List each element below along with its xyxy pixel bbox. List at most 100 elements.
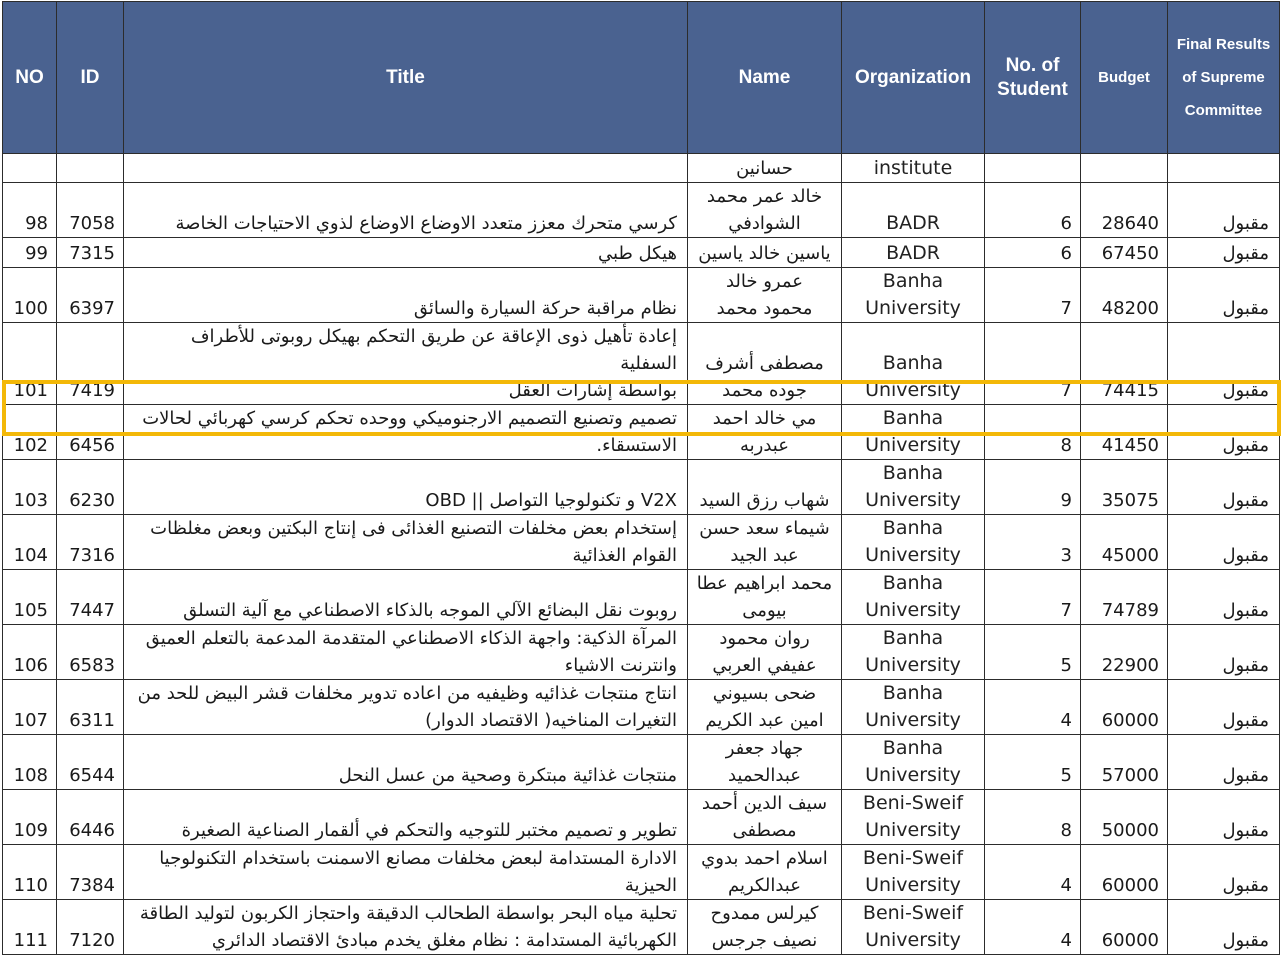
cell-no: 103 bbox=[2, 459, 57, 515]
cell-no: 98 bbox=[2, 182, 57, 238]
cell-id: 6446 bbox=[56, 789, 124, 845]
cell-result: مقبول bbox=[1167, 514, 1280, 570]
cell-organization: Beni-Sweif University bbox=[841, 789, 985, 845]
cell-budget: 50000 bbox=[1080, 789, 1168, 845]
cell-result: مقبول bbox=[1167, 569, 1280, 625]
cell-result: مقبول bbox=[1167, 459, 1280, 515]
cell-title: نظام مراقبة حركة السيارة والسائق bbox=[123, 267, 688, 323]
cell-no: 106 bbox=[2, 624, 57, 680]
cell-organization: Banha University bbox=[841, 404, 985, 460]
cell-title: V2X و تكنولوجيا التواصل || OBD bbox=[123, 459, 688, 515]
cell-budget: 60000 bbox=[1080, 679, 1168, 735]
cell-name: مصطفى أشرف جوده محمد bbox=[687, 322, 842, 405]
table-row: 106 6583 المرآة الذكية: واجهة الذكاء الاصط… bbox=[2, 624, 1280, 680]
cell-budget: 22900 bbox=[1080, 624, 1168, 680]
cell-budget: 74415 bbox=[1080, 322, 1168, 405]
table-row: 100 6397 نظام مراقبة حركة السيارة والسائق ع… bbox=[2, 267, 1280, 323]
cell-result: مقبول bbox=[1167, 844, 1280, 900]
header-no: NO bbox=[2, 1, 57, 154]
cell-students: 4 bbox=[984, 899, 1081, 955]
cell-organization: Banha University bbox=[841, 734, 985, 790]
cell-title: إعادة تأهيل ذوى الإعاقة عن طريق التحكم ب… bbox=[123, 322, 688, 405]
cell-title: تحلية مياه البحر بواسطة الطحالب الدقيقة … bbox=[123, 899, 688, 955]
cell-students: 6 bbox=[984, 182, 1081, 238]
cell-students: 8 bbox=[984, 789, 1081, 845]
cell-name: سيف الدين أحمد مصطفى bbox=[687, 789, 842, 845]
cell-budget: 35075 bbox=[1080, 459, 1168, 515]
cell-no bbox=[2, 153, 57, 183]
cell-budget: 48200 bbox=[1080, 267, 1168, 323]
cell-name: حسانين bbox=[687, 153, 842, 183]
cell-id: 7316 bbox=[56, 514, 124, 570]
cell-students: 8 bbox=[984, 404, 1081, 460]
table-row: 110 7384 الادارة المستدامة لبعض مخلفات مصا… bbox=[2, 844, 1280, 900]
cell-budget: 67450 bbox=[1080, 237, 1168, 268]
table-row: 104 7316 إستخدام بعض مخلفات التصنيع الغذائ… bbox=[2, 514, 1280, 570]
cell-name: عمرو خالد محمود محمد bbox=[687, 267, 842, 323]
cell-budget: 28640 bbox=[1080, 182, 1168, 238]
cell-organization: Banha University bbox=[841, 267, 985, 323]
cell-title: انتاج منتجات غذائيه وظيفيه من اعاده تدوي… bbox=[123, 679, 688, 735]
cell-title: الادارة المستدامة لبعض مخلفات مصانع الاس… bbox=[123, 844, 688, 900]
cell-id: 7419 bbox=[56, 322, 124, 405]
cell-students: 9 bbox=[984, 459, 1081, 515]
cell-organization: BADR bbox=[841, 237, 985, 268]
cell-budget: 45000 bbox=[1080, 514, 1168, 570]
cell-name: شهاب رزق السيد bbox=[687, 459, 842, 515]
cell-students: 6 bbox=[984, 237, 1081, 268]
cell-result: مقبول bbox=[1167, 899, 1280, 955]
cell-no: 99 bbox=[2, 237, 57, 268]
cell-no: 101 bbox=[2, 322, 57, 405]
table-row: 103 6230 V2X و تكنولوجيا التواصل || OBD شها… bbox=[2, 459, 1280, 515]
table-row: 98 7058 كرسي متحرك معزز متعدد الاوضاع الاو… bbox=[2, 182, 1280, 238]
header-name: Name bbox=[687, 1, 842, 154]
cell-name: جهاد جعفر عبدالحميد bbox=[687, 734, 842, 790]
header-final-results: Final Results of Supreme Committee bbox=[1167, 1, 1280, 154]
cell-no: 111 bbox=[2, 899, 57, 955]
cell-no: 102 bbox=[2, 404, 57, 460]
cell-title: تصميم وتصنيع التصميم الارجنوميكي ووحده ت… bbox=[123, 404, 688, 460]
cell-id: 6456 bbox=[56, 404, 124, 460]
cell-result: مقبول bbox=[1167, 679, 1280, 735]
cell-title bbox=[123, 153, 688, 183]
cell-id: 6397 bbox=[56, 267, 124, 323]
cell-name: خالد عمر محمد الشوادفي bbox=[687, 182, 842, 238]
cell-id: 6311 bbox=[56, 679, 124, 735]
cell-name: ياسين خالد ياسين bbox=[687, 237, 842, 268]
cell-result: مقبول bbox=[1167, 267, 1280, 323]
cell-organization: Banha University bbox=[841, 569, 985, 625]
cell-name: شيماء سعد حسن عبد الجيد bbox=[687, 514, 842, 570]
cell-id: 7058 bbox=[56, 182, 124, 238]
cell-title: منتجات غذائية مبتكرة وصحية من عسل النحل bbox=[123, 734, 688, 790]
cell-organization: Beni-Sweif University bbox=[841, 899, 985, 955]
cell-name: ضحى بسيوني امين عبد الكريم bbox=[687, 679, 842, 735]
table-row: 108 6544 منتجات غذائية مبتكرة وصحية من عسل… bbox=[2, 734, 1280, 790]
table-row: 99 7315 هيكل طبي ياسين خالد ياسين BADR 6 67450… bbox=[2, 237, 1280, 268]
cell-organization: institute bbox=[841, 153, 985, 183]
cell-budget: 41450 bbox=[1080, 404, 1168, 460]
cell-result: مقبول bbox=[1167, 624, 1280, 680]
cell-students bbox=[984, 153, 1081, 183]
cell-budget: 60000 bbox=[1080, 844, 1168, 900]
cell-budget: 74789 bbox=[1080, 569, 1168, 625]
cell-students: 7 bbox=[984, 322, 1081, 405]
cell-id: 6583 bbox=[56, 624, 124, 680]
cell-result: مقبول bbox=[1167, 237, 1280, 268]
cell-organization: Banha University bbox=[841, 322, 985, 405]
header-students: No. of Student bbox=[984, 1, 1081, 154]
cell-no: 105 bbox=[2, 569, 57, 625]
table-row: 105 7447 روبوت نقل البضائع الآلي الموجه با… bbox=[2, 569, 1280, 625]
cell-organization: Banha University bbox=[841, 459, 985, 515]
cell-result: مقبول bbox=[1167, 789, 1280, 845]
cell-result: مقبول bbox=[1167, 182, 1280, 238]
cell-organization: BADR bbox=[841, 182, 985, 238]
header-budget: Budget bbox=[1080, 1, 1168, 154]
cell-id: 6230 bbox=[56, 459, 124, 515]
table-row: حسانين institute bbox=[2, 153, 1280, 183]
cell-id: 6544 bbox=[56, 734, 124, 790]
table-row: 109 6446 تطوير و تصميم مختبر للتوجيه والتح… bbox=[2, 789, 1280, 845]
cell-name: كيرلس ممدوح نصيف جرجس bbox=[687, 899, 842, 955]
cell-students: 7 bbox=[984, 569, 1081, 625]
cell-no: 107 bbox=[2, 679, 57, 735]
cell-students: 4 bbox=[984, 679, 1081, 735]
